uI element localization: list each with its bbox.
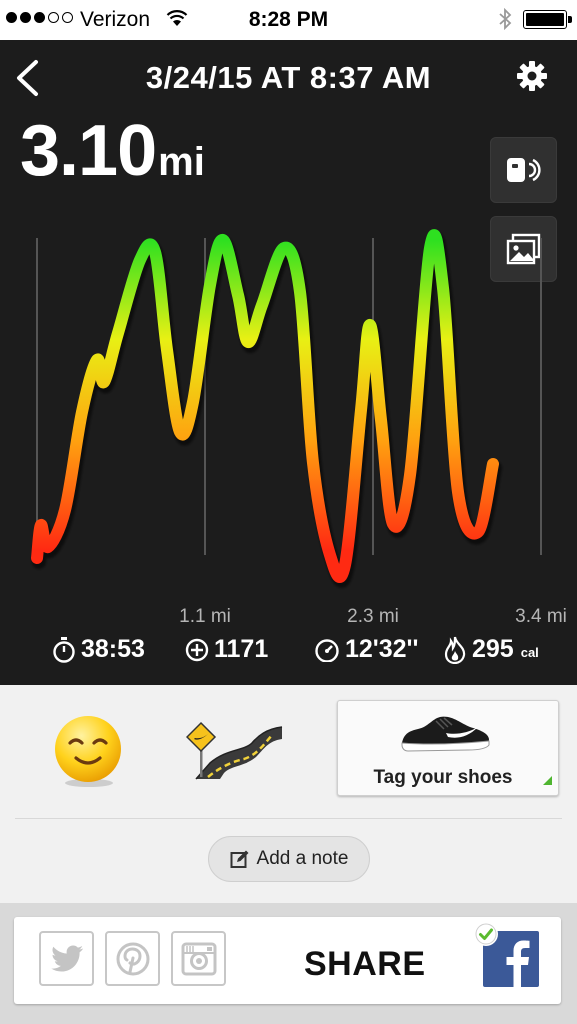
terrain-button[interactable]: [185, 721, 284, 783]
pace-icon: [315, 638, 339, 662]
smiley-icon: [55, 716, 121, 787]
flame-icon: [444, 636, 466, 664]
run-details-panel: Tag your shoes Add a note: [0, 685, 577, 903]
battery-icon: [523, 10, 572, 29]
elevation-value: 1171: [214, 635, 269, 663]
tag-shoes-label: Tag your shoes: [373, 767, 513, 788]
x-tick-label: 2.3 mi: [347, 606, 399, 627]
pace-chart: 1.1 mi 2.3 mi 3.4 mi: [31, 229, 567, 627]
duration-stat: 38:53: [52, 635, 145, 664]
page-title: 3/24/15 AT 8:37 AM: [145, 60, 432, 95]
elevation-icon: [185, 638, 209, 661]
elevation-stat: 1171: [185, 635, 268, 664]
stopwatch-icon: [53, 636, 75, 663]
twitter-button[interactable]: [39, 931, 94, 986]
share-label: SHARE: [304, 945, 426, 983]
edit-icon: [230, 850, 249, 868]
facebook-selected-indicator: [474, 922, 498, 946]
mood-button[interactable]: [50, 713, 126, 789]
tag-shoes-button[interactable]: Tag your shoes: [337, 700, 559, 796]
pinterest-icon: [116, 942, 149, 975]
instagram-icon: [181, 942, 216, 975]
calories-value: 295: [472, 635, 514, 663]
pinterest-button[interactable]: [105, 931, 160, 986]
x-tick-label: 1.1 mi: [179, 606, 231, 627]
calories-stat: 295 cal: [443, 635, 539, 664]
duration-value: 38:53: [81, 635, 145, 663]
distance-value: 3.10: [20, 111, 157, 191]
add-note-label: Add a note: [256, 848, 349, 869]
x-tick-label: 3.4 mi: [515, 606, 567, 627]
bluetooth-icon: [499, 8, 512, 30]
run-summary-panel: 3/24/15 AT 8:37 AM 3.10mi 1.1 mi 2.3 mi …: [0, 40, 577, 685]
road-icon: [185, 721, 283, 780]
share-card: SHARE: [14, 917, 561, 1004]
stats-row: 38:53 1171 12'32'' 295 cal: [0, 635, 577, 675]
divider: [15, 818, 562, 819]
status-bar: Verizon 8:28 PM: [0, 0, 577, 40]
add-note-button[interactable]: Add a note: [208, 836, 370, 882]
shoe-icon: [401, 716, 490, 752]
pace-value: 12'32'': [345, 635, 419, 663]
status-time: 8:28 PM: [248, 8, 329, 31]
share-area: SHARE: [0, 903, 577, 1024]
instagram-button[interactable]: [171, 931, 226, 986]
gear-icon: [517, 61, 547, 91]
settings-button[interactable]: [514, 58, 550, 94]
twitter-icon: [50, 945, 83, 971]
calories-unit: cal: [520, 645, 539, 660]
pace-stat: 12'32'': [314, 635, 418, 664]
corner-indicator-icon: [543, 776, 552, 785]
checkmark-icon: [475, 923, 497, 945]
distance-unit: mi: [158, 140, 205, 184]
